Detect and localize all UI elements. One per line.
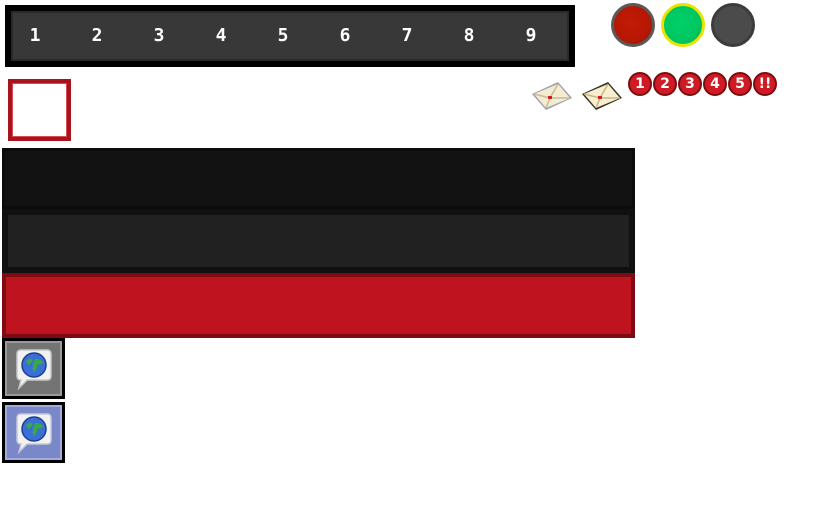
hotbar-slot-7[interactable]: 7	[397, 27, 417, 45]
mail-badge-4: 4	[703, 72, 727, 96]
status-light-red	[611, 3, 655, 47]
global-chat-button-active[interactable]	[2, 402, 65, 463]
mail-badge-2: 2	[653, 72, 677, 96]
hotbar-slot-4[interactable]: 4	[211, 27, 231, 45]
hotbar-slot-9[interactable]: 9	[521, 27, 541, 45]
status-light-gray	[711, 3, 755, 47]
dark-panel-bar	[2, 148, 635, 209]
hotbar-inner: 1 2 3 4 5 6 7 8 9	[11, 11, 569, 61]
mail-badge-1: 1	[628, 72, 652, 96]
globe-chat-icon	[15, 348, 52, 390]
mail-badge-many: !!	[753, 72, 777, 96]
global-chat-button-inactive[interactable]	[2, 338, 65, 399]
hotbar-slot-8[interactable]: 8	[459, 27, 479, 45]
envelope-icon[interactable]	[578, 80, 624, 112]
hotbar-slot-1[interactable]: 1	[25, 27, 45, 45]
envelope-icon[interactable]	[528, 80, 574, 112]
mail-badge-3: 3	[678, 72, 702, 96]
globe-chat-icon	[15, 412, 52, 454]
mail-count-badges: 1 2 3 4 5 !!	[628, 72, 777, 96]
mail-badge-5: 5	[728, 72, 752, 96]
hotbar-slot-5[interactable]: 5	[273, 27, 293, 45]
hotbar: 1 2 3 4 5 6 7 8 9	[5, 5, 575, 67]
gray-panel-bar	[2, 209, 635, 273]
hotbar-slot-3[interactable]: 3	[149, 27, 169, 45]
hotbar-slot-2[interactable]: 2	[87, 27, 107, 45]
status-light-green	[661, 3, 705, 47]
red-panel-bar	[2, 273, 635, 338]
hotbar-slot-6[interactable]: 6	[335, 27, 355, 45]
item-slot[interactable]	[8, 79, 71, 141]
